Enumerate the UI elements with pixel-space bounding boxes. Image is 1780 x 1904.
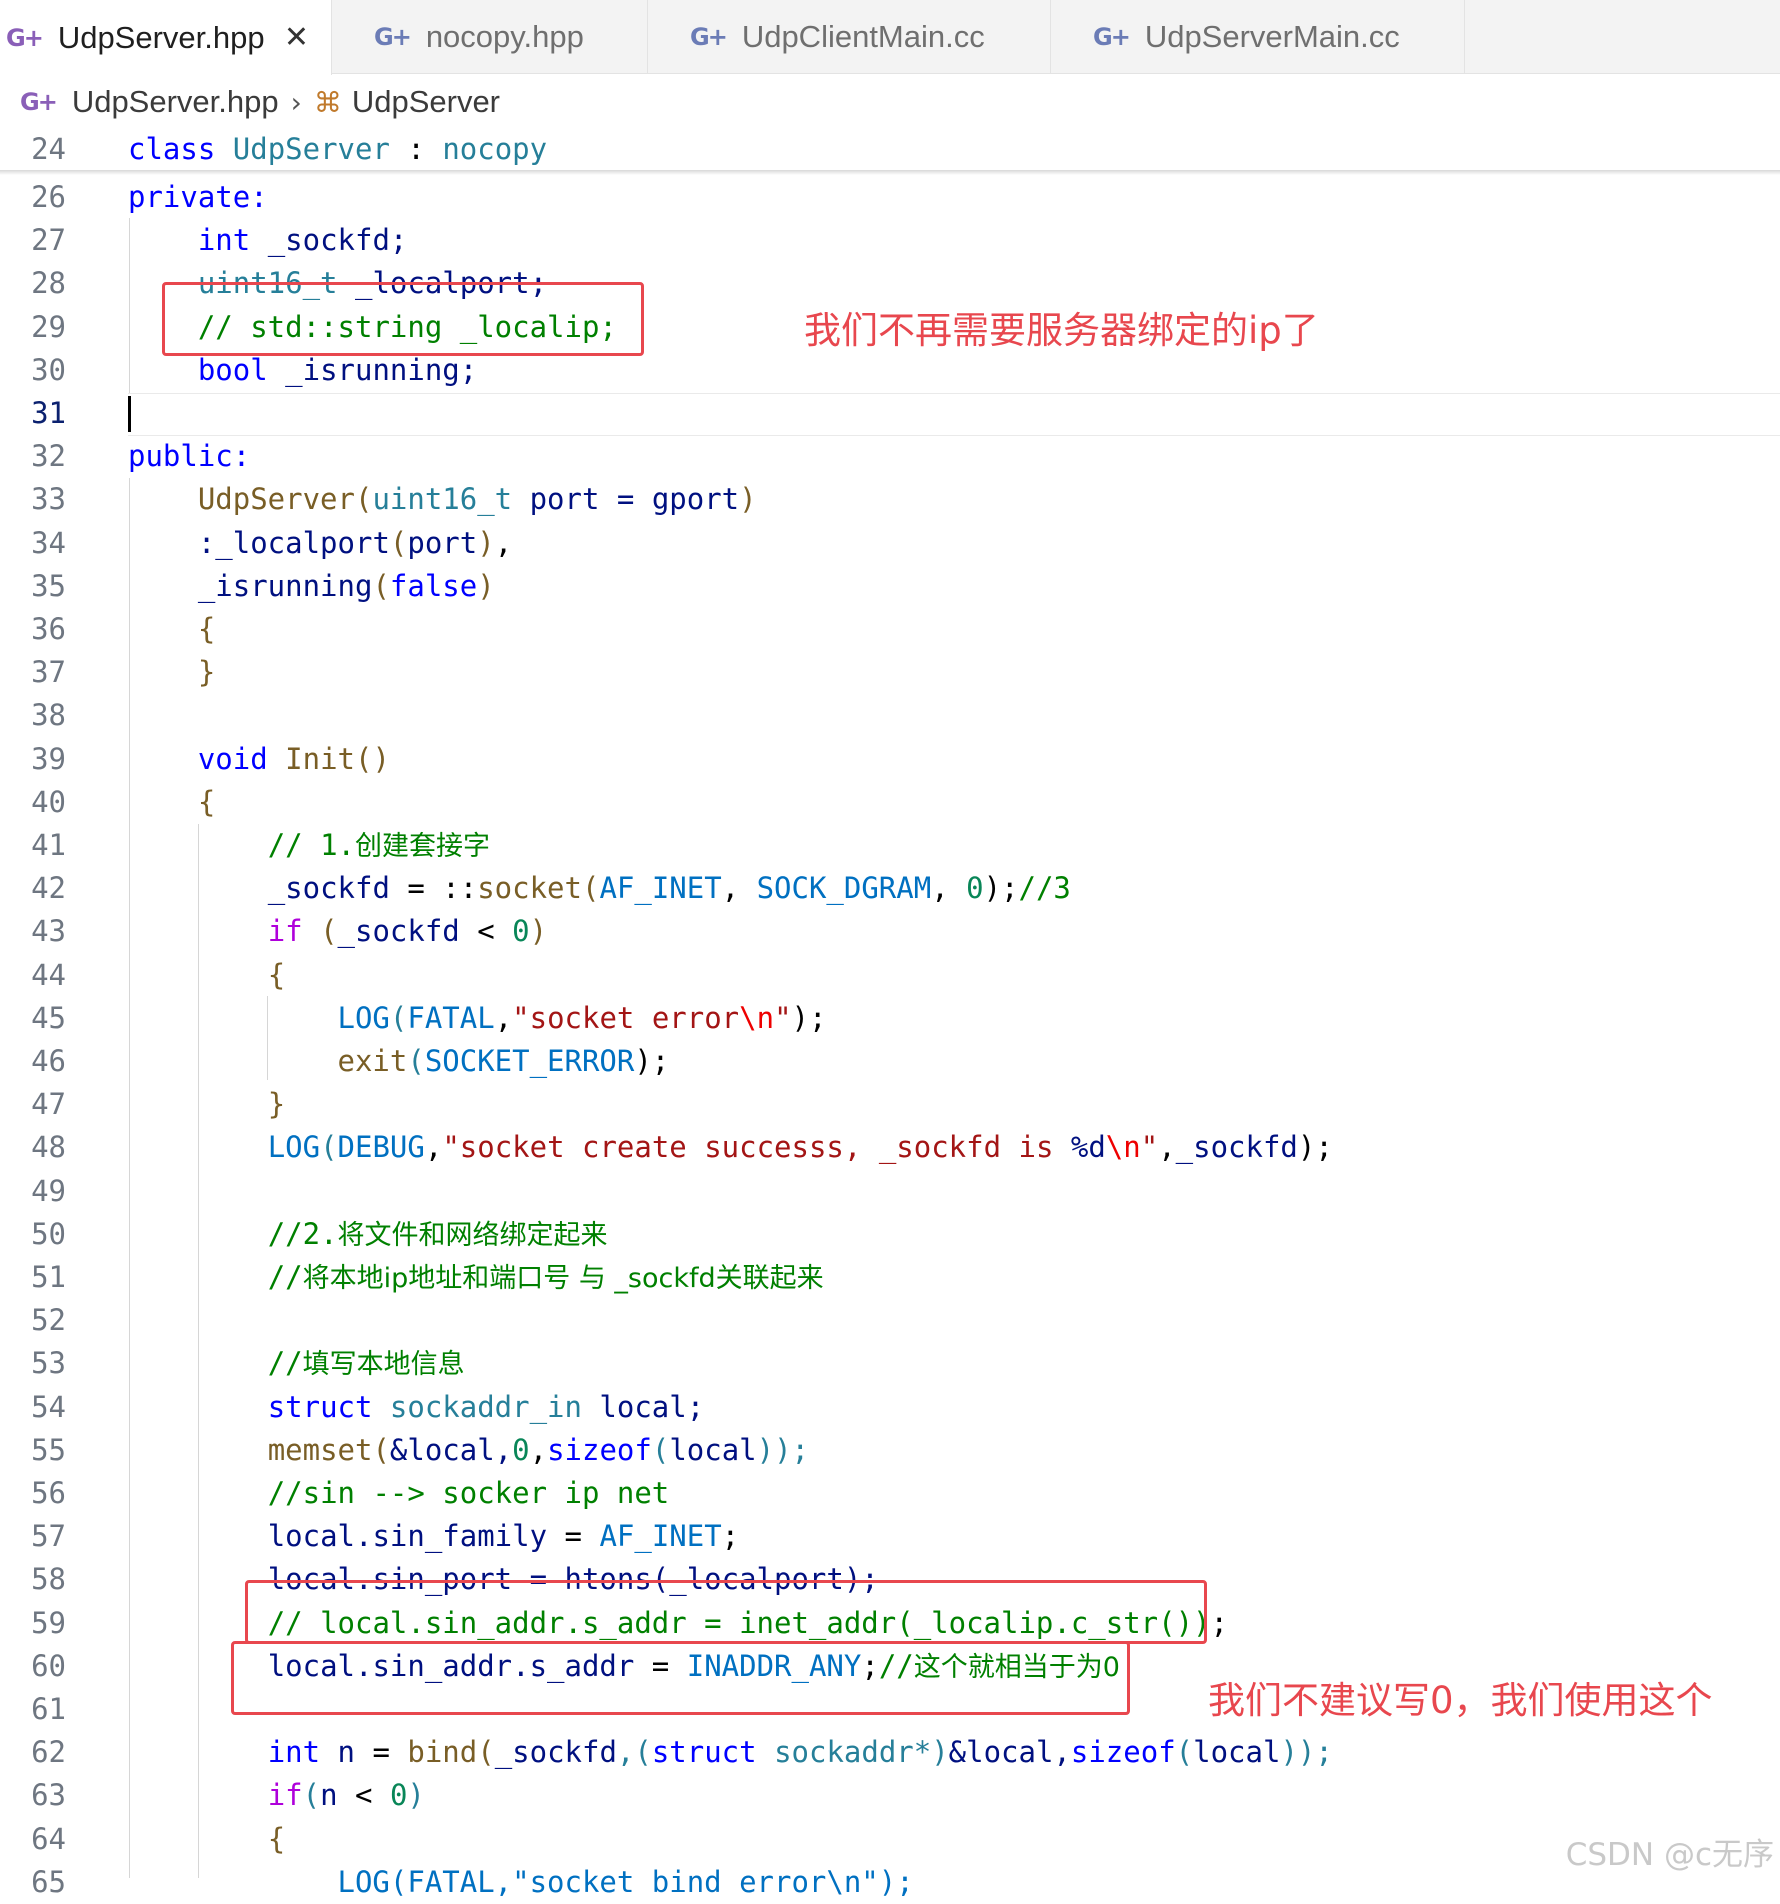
code-line: 53 //填写本地信息 bbox=[31, 1346, 465, 1380]
code-line: 26 private: bbox=[31, 180, 268, 214]
code-line: 64 { bbox=[31, 1822, 286, 1856]
code-line: 35 _isrunning(false) bbox=[31, 569, 495, 603]
code-line: 49 bbox=[31, 1174, 66, 1208]
code-line: 48 LOG(DEBUG,"socket create successs, _s… bbox=[31, 1130, 1333, 1164]
sticky-scroll-shadow bbox=[0, 170, 1780, 175]
code-line: 44 { bbox=[31, 958, 286, 992]
code-line: 65 LOG(FATAL,"socket bind error\n"); bbox=[31, 1865, 914, 1899]
code-line: 57 local.sin_family = AF_INET; bbox=[31, 1519, 740, 1553]
code-line: 51 //将本地ip地址和端口号 与 _sockfd关联起来 bbox=[31, 1260, 824, 1294]
annotation-box-inaddr-any bbox=[231, 1641, 1130, 1715]
code-line: 52 bbox=[31, 1303, 66, 1337]
code-line: 41 // 1.创建套接字 bbox=[31, 828, 490, 862]
code-line: 24 class UdpServer : nocopy bbox=[31, 132, 548, 166]
watermark: CSDN @c无序 bbox=[1565, 1837, 1774, 1873]
code-line: 31 bbox=[31, 396, 66, 430]
annotation-note-no-bind-ip: 我们不再需要服务器绑定的ip了 bbox=[804, 309, 1319, 352]
code-line: 55 memset(&local,0,sizeof(local)); bbox=[31, 1433, 810, 1467]
code-line: 37 } bbox=[31, 655, 216, 689]
code-line: 62 int n = bind(_sockfd,(struct sockaddr… bbox=[31, 1735, 1333, 1769]
code-line: 47 } bbox=[31, 1087, 286, 1121]
code-line: 43 if (_sockfd < 0) bbox=[31, 914, 548, 948]
annotation-box-localip bbox=[162, 282, 644, 356]
code-line: 32 public: bbox=[31, 439, 251, 473]
code-line: 56 //sin --> socker ip net bbox=[31, 1476, 670, 1510]
code-line: 54 struct sockaddr_in local; bbox=[31, 1390, 705, 1424]
code-line: 45 LOG(FATAL,"socket error\n"); bbox=[31, 1001, 827, 1035]
code-line: 33 UdpServer(uint16_t port = gport) bbox=[31, 482, 757, 516]
code-line: 38 bbox=[31, 698, 66, 732]
code-line: 40 { bbox=[31, 785, 216, 819]
code-line: 63 if(n < 0) bbox=[31, 1778, 425, 1812]
code-line: 46 exit(SOCKET_ERROR); bbox=[31, 1044, 670, 1078]
code-line: 36 { bbox=[31, 612, 216, 646]
code-line: 50 //2.将文件和网络绑定起来 bbox=[31, 1217, 608, 1251]
code-line: 39 void Init() bbox=[31, 742, 390, 776]
annotation-box-inet-addr bbox=[245, 1580, 1207, 1644]
annotation-note-use-inaddr-any: 我们不建议写0，我们使用这个 bbox=[1208, 1679, 1713, 1722]
code-line: 34 :_localport(port), bbox=[31, 526, 513, 560]
code-line: 27 int _sockfd; bbox=[31, 223, 408, 257]
code-line: 42 _sockfd = ::socket(AF_INET, SOCK_DGRA… bbox=[31, 871, 1071, 905]
